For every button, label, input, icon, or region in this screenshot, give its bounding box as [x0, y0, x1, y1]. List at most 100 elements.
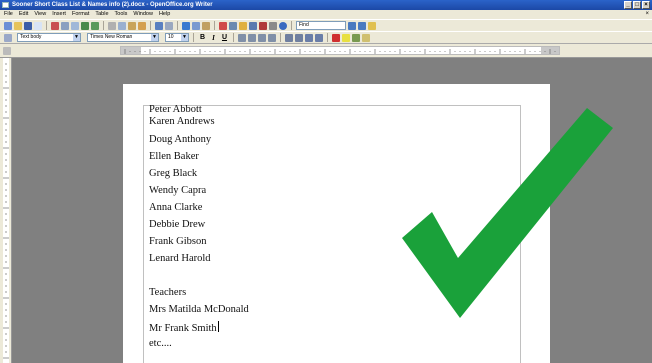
- spellcheck-icon[interactable]: [81, 21, 89, 30]
- save-icon[interactable]: [24, 21, 32, 30]
- chevron-down-icon[interactable]: ▼: [181, 34, 188, 41]
- autospellcheck-icon[interactable]: [91, 21, 99, 30]
- help-icon[interactable]: [279, 21, 287, 30]
- print-icon[interactable]: [61, 21, 69, 30]
- menu-tools[interactable]: Tools: [115, 10, 128, 19]
- data-sources-icon[interactable]: [249, 21, 257, 30]
- font-size-select[interactable]: 10 ▼: [165, 33, 189, 42]
- bold-button[interactable]: B: [198, 34, 207, 41]
- ruler-ticks: [124, 49, 556, 54]
- find-replace-icon[interactable]: [219, 21, 227, 30]
- menu-bar: File Edit View Insert Format Table Tools…: [0, 10, 652, 19]
- list-item: Mr Frank Smith: [149, 321, 219, 335]
- menu-table[interactable]: Table: [95, 10, 108, 19]
- list-item: Peter Abbott: [149, 104, 202, 115]
- numbering-icon[interactable]: [285, 33, 293, 42]
- toolbar-options-icon[interactable]: [362, 33, 370, 42]
- bullets-icon[interactable]: [295, 33, 303, 42]
- paragraph-style-select[interactable]: Text body ▼: [17, 33, 81, 42]
- list-item: Doug Anthony: [149, 134, 212, 145]
- align-left-icon[interactable]: [238, 33, 246, 42]
- gallery-icon[interactable]: [239, 21, 247, 30]
- align-center-icon[interactable]: [248, 33, 256, 42]
- title-bar: Sooner Short Class List & Names info (2)…: [0, 0, 652, 10]
- italic-button[interactable]: I: [209, 34, 218, 42]
- separator: [150, 21, 151, 30]
- menu-help[interactable]: Help: [159, 10, 170, 19]
- table-icon[interactable]: [192, 21, 200, 30]
- new-document-icon[interactable]: [4, 21, 12, 30]
- tab-stop-icon[interactable]: [3, 47, 11, 55]
- format-paintbrush-icon[interactable]: [138, 21, 146, 30]
- vertical-ruler-ticks: [3, 63, 9, 359]
- horizontal-ruler-bar: [0, 44, 652, 58]
- undo-icon[interactable]: [155, 21, 163, 30]
- toolbar-options-icon[interactable]: [368, 21, 376, 30]
- find-previous-icon[interactable]: [358, 21, 366, 30]
- email-icon[interactable]: [34, 21, 42, 30]
- chevron-down-icon[interactable]: ▼: [73, 34, 80, 41]
- maximize-icon[interactable]: □: [633, 1, 641, 9]
- menu-window[interactable]: Window: [133, 10, 153, 19]
- increase-indent-icon[interactable]: [315, 33, 323, 42]
- separator: [327, 33, 328, 42]
- nonprinting-characters-icon[interactable]: [259, 21, 267, 30]
- cut-icon[interactable]: [108, 21, 116, 30]
- menu-file[interactable]: File: [4, 10, 13, 19]
- document-close-icon[interactable]: ×: [645, 11, 649, 18]
- separator: [280, 33, 281, 42]
- standard-toolbar: Find: [0, 19, 652, 31]
- chevron-down-icon[interactable]: ▼: [151, 34, 158, 41]
- horizontal-ruler[interactable]: [120, 46, 560, 55]
- separator: [177, 21, 178, 30]
- export-pdf-icon[interactable]: [51, 21, 59, 30]
- document-page[interactable]: Peter Abbott Karen Andrews Doug Anthony …: [123, 84, 550, 363]
- copy-icon[interactable]: [118, 21, 126, 30]
- show-draw-functions-icon[interactable]: [202, 21, 210, 30]
- find-input[interactable]: Find: [296, 21, 346, 30]
- list-item: Anna Clarke: [149, 202, 203, 213]
- menu-format[interactable]: Format: [72, 10, 89, 19]
- window-title: Sooner Short Class List & Names info (2)…: [12, 2, 213, 8]
- separator: [214, 21, 215, 30]
- formatting-toolbar: Text body ▼ Times New Roman ▼ 10 ▼ B I U: [0, 31, 652, 44]
- find-next-icon[interactable]: [348, 21, 356, 30]
- background-color-icon[interactable]: [352, 33, 360, 42]
- justify-icon[interactable]: [268, 33, 276, 42]
- list-item: Greg Black: [149, 168, 198, 179]
- menu-view[interactable]: View: [34, 10, 46, 19]
- hyperlink-icon[interactable]: [182, 21, 190, 30]
- list-item: Teachers: [149, 287, 187, 298]
- navigator-icon[interactable]: [229, 21, 237, 30]
- list-item: Karen Andrews: [149, 116, 215, 127]
- minimize-icon[interactable]: _: [624, 1, 632, 9]
- separator: [103, 21, 104, 30]
- list-item: Wendy Capra: [149, 185, 207, 196]
- zoom-icon[interactable]: [269, 21, 277, 30]
- paste-icon[interactable]: [128, 21, 136, 30]
- list-item: Mrs Matilda McDonald: [149, 304, 249, 315]
- print-preview-icon[interactable]: [71, 21, 79, 30]
- font-name-select[interactable]: Times New Roman ▼: [87, 33, 159, 42]
- window-controls: _ □ ×: [624, 1, 650, 9]
- separator: [193, 33, 194, 42]
- close-icon[interactable]: ×: [642, 1, 650, 9]
- separator: [46, 21, 47, 30]
- list-item: Lenard Harold: [149, 253, 211, 264]
- align-right-icon[interactable]: [258, 33, 266, 42]
- decrease-indent-icon[interactable]: [305, 33, 313, 42]
- separator: [291, 21, 292, 30]
- list-item: Ellen Baker: [149, 151, 199, 162]
- redo-icon[interactable]: [165, 21, 173, 30]
- menu-insert[interactable]: Insert: [52, 10, 66, 19]
- app-icon: [2, 2, 9, 8]
- menu-edit[interactable]: Edit: [19, 10, 28, 19]
- vertical-ruler[interactable]: [0, 58, 12, 363]
- list-item: Debbie Drew: [149, 219, 206, 230]
- underline-button[interactable]: U: [220, 34, 229, 41]
- open-icon[interactable]: [14, 21, 22, 30]
- font-color-icon[interactable]: [332, 33, 340, 42]
- list-item-text: Mr Frank Smith: [149, 323, 217, 334]
- highlighting-icon[interactable]: [342, 33, 350, 42]
- styles-formatting-icon[interactable]: [4, 33, 12, 42]
